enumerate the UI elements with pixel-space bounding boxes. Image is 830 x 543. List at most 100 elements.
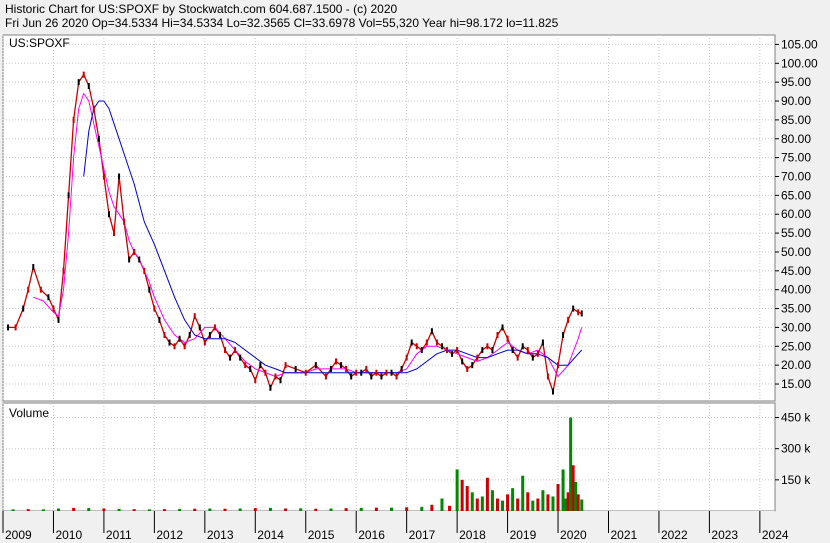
- price-point: [153, 305, 156, 312]
- volume-bar: [314, 508, 318, 511]
- date-tick-label: 2019: [510, 528, 537, 542]
- price-point: [183, 343, 186, 350]
- price-point: [229, 354, 232, 361]
- volume-bar: [162, 509, 166, 511]
- volume-bar: [57, 508, 61, 511]
- price-point: [188, 331, 191, 338]
- price-point: [551, 388, 554, 395]
- price-point: [390, 369, 393, 376]
- price-point: [425, 339, 428, 346]
- price-tick-label: 70.00: [781, 169, 811, 183]
- volume-bar: [284, 508, 288, 511]
- price-point: [47, 294, 50, 301]
- price-point: [198, 324, 201, 331]
- volume-bar: [117, 508, 121, 511]
- volume-bar: [475, 498, 479, 511]
- volume-bar: [193, 508, 197, 511]
- date-tick-label: 2018: [459, 528, 486, 542]
- price-point: [511, 347, 514, 354]
- date-tick-label: 2024: [762, 528, 789, 542]
- price-point: [385, 369, 388, 376]
- price-point: [355, 369, 358, 376]
- volume-bar: [11, 509, 15, 511]
- volume-bar: [485, 477, 489, 511]
- price-tick-label: 100.00: [781, 56, 818, 70]
- volume-bar: [556, 484, 560, 511]
- price-point: [536, 350, 539, 357]
- price-tick-label: 30.00: [781, 320, 811, 334]
- price-tick-label: 75.00: [781, 151, 811, 165]
- price-point: [496, 331, 499, 338]
- volume-bar: [546, 494, 550, 511]
- volume-bar: [448, 505, 452, 511]
- volume-bar: [208, 508, 212, 511]
- price-tick-label: 20.00: [781, 358, 811, 372]
- volume-bar: [238, 508, 242, 511]
- price-point: [22, 305, 25, 312]
- volume-bar: [495, 498, 499, 511]
- price-tick-label: 55.00: [781, 226, 811, 240]
- date-tick-label: 2013: [207, 528, 234, 542]
- volume-bar: [268, 507, 272, 511]
- price-point: [567, 316, 570, 323]
- volume-bar: [41, 509, 45, 511]
- volume-bar: [299, 508, 303, 511]
- volume-bar: [374, 507, 378, 511]
- price-point: [360, 369, 363, 376]
- price-point: [410, 339, 413, 346]
- price-point: [97, 135, 100, 142]
- price-point: [440, 343, 443, 350]
- volume-bar: [102, 508, 106, 511]
- volume-bar: [470, 492, 474, 511]
- price-point: [471, 362, 474, 369]
- volume-bar: [480, 496, 484, 511]
- volume-tick-label: 450 k: [781, 411, 811, 425]
- volume-bar: [405, 507, 409, 511]
- price-point: [350, 373, 353, 380]
- price-point: [415, 343, 418, 350]
- price-tick-label: 80.00: [781, 132, 811, 146]
- price-point: [501, 324, 504, 331]
- price-point: [345, 365, 348, 372]
- price-point: [62, 267, 65, 274]
- price-point: [148, 286, 151, 293]
- volume-bar: [490, 490, 494, 511]
- price-point: [279, 377, 282, 384]
- volume-bar: [541, 490, 545, 511]
- price-point: [14, 324, 17, 331]
- price-tick-label: 90.00: [781, 94, 811, 108]
- price-point: [82, 71, 85, 78]
- price-panel-label: US:SPOXF: [9, 36, 70, 50]
- price-point: [451, 350, 454, 357]
- price-point: [52, 305, 55, 312]
- volume-bar: [329, 508, 333, 511]
- price-point: [39, 286, 42, 293]
- volume-bar: [223, 508, 227, 511]
- volume-bar: [26, 509, 30, 511]
- date-tick-label: 2011: [106, 528, 132, 542]
- price-point: [254, 377, 257, 384]
- header-line-2: Fri Jun 26 2020 Op=34.5334 Hi=34.5334 Lo…: [5, 16, 559, 30]
- price-point: [466, 365, 469, 372]
- price-point: [218, 331, 221, 338]
- price-point: [516, 354, 519, 361]
- date-tick-label: 2016: [358, 528, 385, 542]
- price-point: [557, 362, 560, 369]
- price-point: [113, 230, 116, 237]
- volume-axis: 150 k 300 k 450 k: [775, 411, 811, 487]
- price-point: [213, 324, 216, 331]
- price-point: [234, 347, 237, 354]
- price-point: [32, 264, 35, 271]
- price-point: [27, 286, 30, 293]
- price-point: [294, 365, 297, 372]
- price-tick-label: 105.00: [781, 37, 818, 51]
- price-point: [476, 354, 479, 361]
- price-point: [562, 331, 565, 338]
- volume-bar: [420, 506, 424, 511]
- price-point: [546, 373, 549, 380]
- price-point: [249, 365, 252, 372]
- price-point: [173, 343, 176, 350]
- volume-bar: [521, 475, 525, 511]
- price-point: [168, 339, 171, 346]
- volume-bar: [531, 500, 535, 511]
